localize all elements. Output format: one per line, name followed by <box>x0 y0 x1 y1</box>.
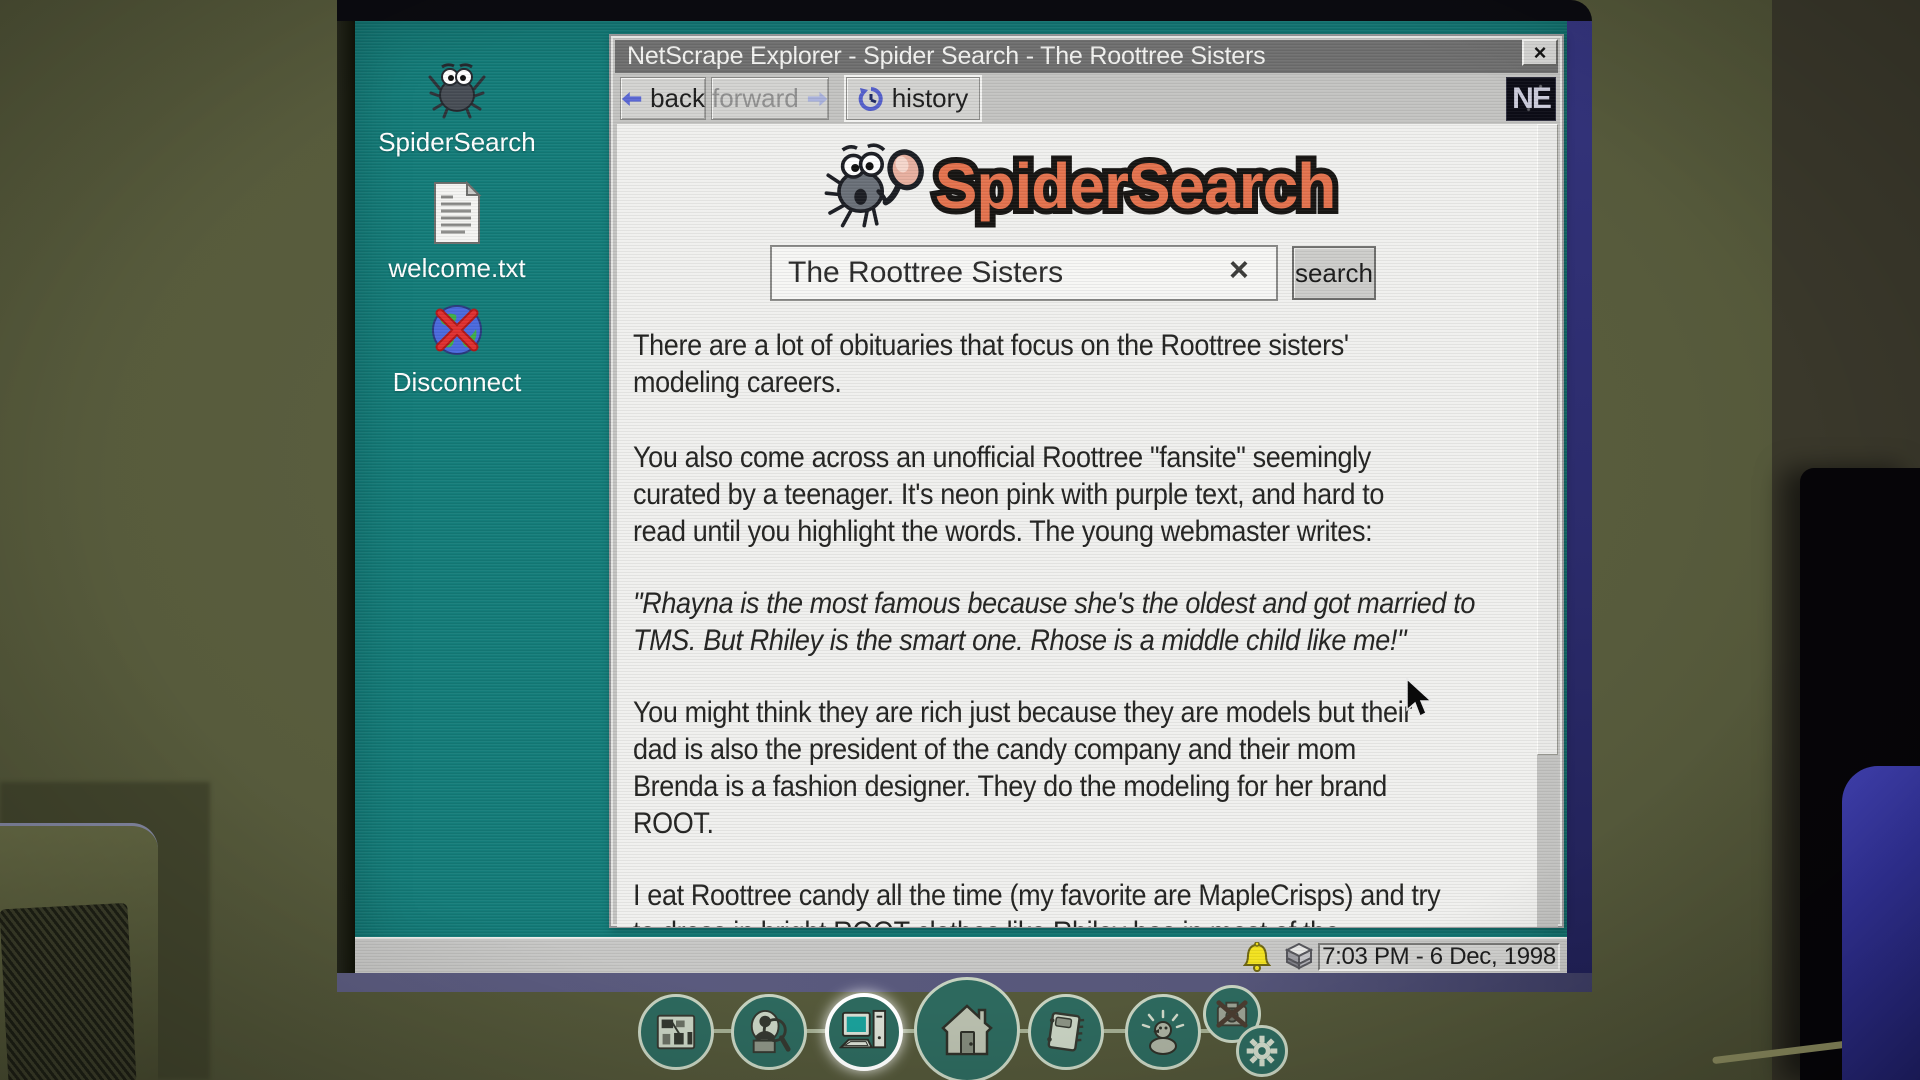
search-button-label: search <box>1294 257 1374 288</box>
dock-duck-button[interactable] <box>1125 994 1201 1070</box>
scrollbar-track[interactable] <box>1537 124 1558 927</box>
forward-label: forward <box>712 83 799 113</box>
clock: 7:03 PM - 6 Dec, 1998 <box>1318 943 1560 971</box>
spider-icon <box>428 63 486 119</box>
dock-computer-button[interactable] <box>825 993 903 1071</box>
paragraph-fansite: You also come across an unofficial Roott… <box>633 441 1385 548</box>
notification-bell-icon[interactable] <box>1243 942 1271 972</box>
history-button[interactable]: history <box>846 77 980 120</box>
speaker-grille <box>0 902 137 1080</box>
desktop-icon-label: welcome.txt <box>388 253 526 283</box>
paragraph-family: You might think they are rich just becau… <box>633 696 1412 840</box>
paragraph-candy-clipped: I eat Roottree candy all the time (my fa… <box>633 879 1441 927</box>
search-input[interactable] <box>770 245 1278 301</box>
dock-settings-button[interactable] <box>1236 1025 1288 1077</box>
monitor-bezel-right <box>1567 0 1592 992</box>
close-icon: × <box>1533 39 1547 65</box>
window-titlebar[interactable]: NetScrape Explorer - Spider Search - The… <box>615 40 1558 73</box>
page-content: SpiderSearch SpiderSearch × search There… <box>617 124 1539 927</box>
back-arrow-icon <box>621 91 642 106</box>
history-label: history <box>891 83 969 113</box>
scrollbar-thumb[interactable] <box>1537 124 1558 755</box>
close-button[interactable]: × <box>1522 39 1558 66</box>
dock-research-button[interactable] <box>731 994 807 1070</box>
spidersearch-logo: SpiderSearch SpiderSearch <box>617 138 1539 234</box>
text-file-icon <box>434 181 482 244</box>
game-scene: SpiderSearch welcome.txt Disconnect NetS… <box>0 0 1920 1080</box>
spidersearch-wordmark: SpiderSearch SpiderSearch <box>929 148 1343 224</box>
window-title: NetScrape Explorer - Spider Search - The… <box>627 42 1266 70</box>
forward-button[interactable]: forward <box>711 77 829 120</box>
paragraph-quote: "Rhayna is the most famous because she's… <box>633 587 1476 657</box>
clock-text: 7:03 PM - 6 Dec, 1998 <box>1322 943 1556 970</box>
speaker <box>0 823 158 1080</box>
globe-disconnect-icon <box>432 305 482 355</box>
back-button[interactable]: back <box>620 77 706 120</box>
desktop-icon-disconnect[interactable]: Disconnect <box>372 301 542 398</box>
dock-evidence-board-button[interactable] <box>638 994 714 1070</box>
notebook-icon <box>1047 1011 1085 1052</box>
computer-icon <box>839 1009 887 1049</box>
paragraph-obituaries: There are a lot of obituaries that focus… <box>633 329 1349 399</box>
search-button[interactable]: search <box>1292 246 1376 300</box>
netscrape-logo-text: NE <box>1512 82 1552 115</box>
person-magnifier-icon <box>750 1009 791 1054</box>
back-label: back <box>650 83 705 113</box>
monitor-bezel-top <box>337 0 1592 21</box>
desktop-icon-spidersearch[interactable]: SpiderSearch <box>372 61 542 158</box>
home-icon <box>941 1004 993 1056</box>
printer-icon[interactable] <box>1281 942 1317 972</box>
taskbar: 7:03 PM - 6 Dec, 1998 <box>355 937 1567 973</box>
history-clock-icon <box>858 86 883 111</box>
thinking-duck-icon <box>1141 1009 1185 1055</box>
spider-mascot-icon <box>824 143 924 228</box>
desktop-icon-welcome-txt[interactable]: welcome.txt <box>372 181 542 284</box>
desktop-icon-label: SpiderSearch <box>378 127 536 157</box>
desktop-icon-label: Disconnect <box>392 367 522 397</box>
forward-arrow-icon <box>807 91 828 106</box>
dock-notebook-button[interactable] <box>1028 994 1104 1070</box>
monitor-screen: SpiderSearch welcome.txt Disconnect NetS… <box>355 21 1567 973</box>
gear-icon <box>1246 1035 1278 1067</box>
netscrape-logo: NE <box>1506 77 1556 121</box>
evidence-board-icon <box>656 1014 696 1050</box>
monitor-bezel-left <box>337 0 355 992</box>
browser-toolbar: back forward history NE <box>615 73 1558 123</box>
clear-search-icon[interactable]: × <box>1229 253 1249 287</box>
dock-home-button[interactable] <box>914 977 1020 1080</box>
browser-window: NetScrape Explorer - Spider Search - The… <box>609 34 1564 928</box>
camera-disabled-icon <box>1216 1000 1248 1028</box>
wordmark-fill: SpiderSearch <box>934 150 1337 222</box>
blue-chair <box>1842 766 1920 1080</box>
